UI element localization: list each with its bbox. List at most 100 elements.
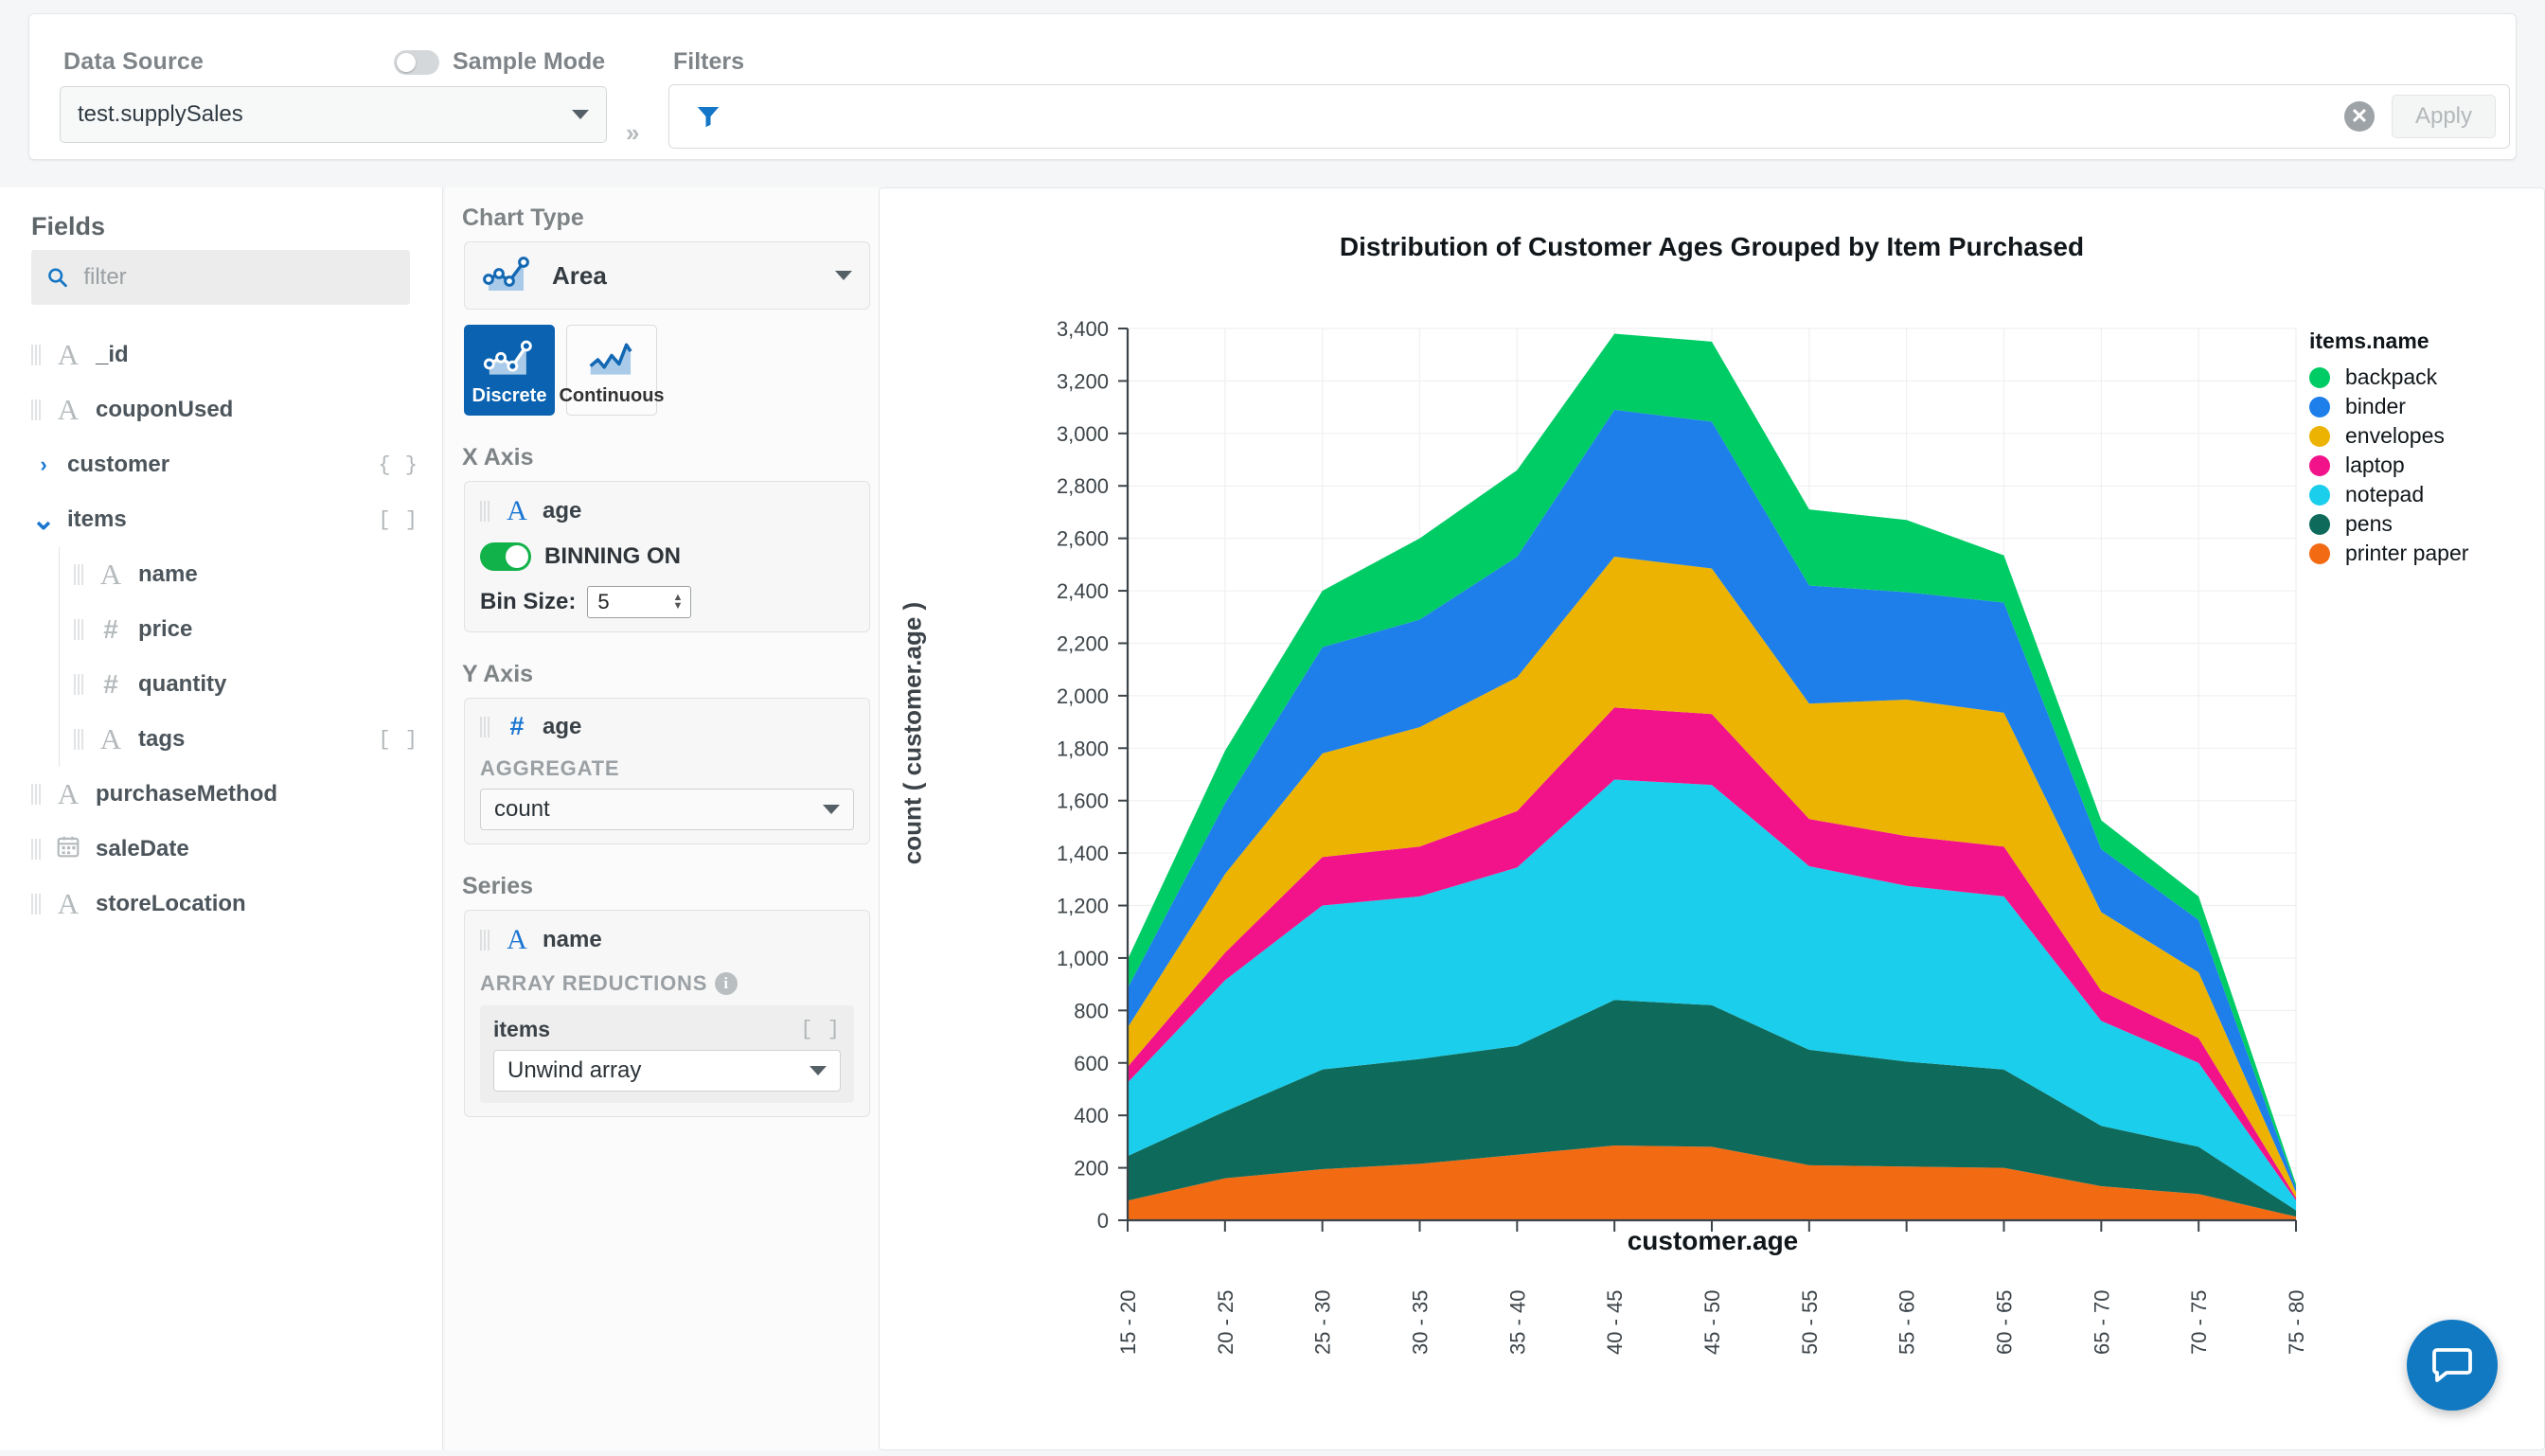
- fields-filter-box[interactable]: [31, 250, 410, 305]
- array-type-tag: [ ]: [378, 727, 418, 752]
- binning-toggle[interactable]: [480, 542, 531, 571]
- drag-handle-icon[interactable]: [74, 619, 85, 640]
- y-tick-label: 1,400: [1057, 842, 1109, 865]
- chart-type-select[interactable]: Area: [464, 241, 870, 310]
- legend-item[interactable]: printer paper: [2309, 539, 2468, 568]
- stepper-arrows-icon[interactable]: ▲ ▼: [672, 593, 683, 612]
- field-row-tags[interactable]: Atags [ ]: [0, 712, 443, 767]
- drag-handle-icon[interactable]: [480, 930, 491, 950]
- legend-item[interactable]: notepad: [2309, 480, 2468, 509]
- sample-mode-label: Sample Mode: [453, 48, 606, 75]
- drag-handle-icon[interactable]: [480, 501, 491, 522]
- y-tick-label: 600: [1074, 1052, 1109, 1075]
- drag-handle-icon[interactable]: [31, 400, 43, 420]
- aggregate-select[interactable]: count: [480, 789, 854, 830]
- drag-handle-icon[interactable]: [31, 784, 43, 805]
- x-tick-label: 15 - 20: [1116, 1290, 1140, 1356]
- drag-handle-icon[interactable]: [74, 564, 85, 585]
- x-tick-label: 45 - 50: [1700, 1290, 1724, 1356]
- chevron-down-icon: [823, 805, 840, 814]
- field-row-quantity[interactable]: # quantity: [0, 657, 443, 712]
- chart-mode-continuous-button[interactable]: Continuous: [559, 325, 665, 416]
- field-label: items: [67, 506, 127, 532]
- y-axis-title: Y Axis: [462, 661, 534, 687]
- chart-mode-discrete-button[interactable]: Discrete: [464, 325, 555, 416]
- bin-size-control: Bin Size: ▲▼: [480, 586, 854, 618]
- y-axis-label: count ( customer.age ): [898, 601, 927, 865]
- filter-input[interactable]: [724, 102, 2344, 131]
- string-type-icon: A: [57, 887, 80, 920]
- drag-handle-icon[interactable]: [31, 894, 43, 914]
- legend-item[interactable]: backpack: [2309, 363, 2468, 392]
- discrete-area-icon: [483, 340, 532, 375]
- field-row-name[interactable]: Aname: [0, 547, 443, 602]
- legend-item[interactable]: pens: [2309, 509, 2468, 539]
- legend-item[interactable]: binder: [2309, 392, 2468, 421]
- filter-funnel-icon[interactable]: [692, 102, 724, 131]
- y-tick-label: 3,200: [1057, 369, 1109, 393]
- bin-size-input[interactable]: [596, 589, 673, 615]
- apply-button[interactable]: Apply: [2392, 95, 2496, 138]
- y-tick-label: 2,000: [1057, 684, 1109, 708]
- field-label: name: [138, 561, 198, 587]
- legend-item[interactable]: laptop: [2309, 451, 2468, 480]
- binning-control[interactable]: BINNING ON: [480, 542, 854, 571]
- field-row-storelocation[interactable]: AstoreLocation: [0, 877, 443, 932]
- chevron-down-icon[interactable]: ⌄: [31, 504, 56, 537]
- field-label: _id: [96, 342, 129, 367]
- legend-item[interactable]: envelopes: [2309, 421, 2468, 451]
- string-type-icon: A: [99, 558, 122, 591]
- drag-handle-icon[interactable]: [31, 839, 43, 860]
- field-row-saledate[interactable]: saleDate: [0, 822, 443, 877]
- legend-color-swatch: [2309, 396, 2330, 417]
- encoding-panel: Chart Type Area Discrete Continuous X Ax…: [445, 187, 890, 1450]
- y-axis-field-chip[interactable]: # age: [480, 712, 854, 741]
- drag-handle-icon[interactable]: [480, 716, 491, 737]
- x-axis-field-name: age: [543, 498, 582, 524]
- sample-mode-toggle[interactable]: [394, 49, 439, 75]
- y-tick-label: 400: [1074, 1104, 1109, 1128]
- series-field-chip[interactable]: A name: [480, 924, 854, 956]
- fields-filter-input[interactable]: [81, 263, 395, 292]
- data-source-value: test.supplySales: [78, 101, 243, 127]
- legend-label: pens: [2345, 511, 2393, 536]
- fields-list: A _id AcouponUsed › customer { } ⌄ items [ ] Anam…: [0, 328, 443, 932]
- chart-legend: items.name backpack binder envelopes laptop…: [2309, 328, 2468, 568]
- legend-label: binder: [2345, 394, 2406, 418]
- chevron-down-icon: [835, 271, 852, 280]
- data-source-select[interactable]: test.supplySales: [60, 86, 607, 143]
- info-icon[interactable]: i: [715, 972, 739, 995]
- field-row-couponused[interactable]: AcouponUsed: [0, 382, 443, 437]
- y-tick-label: 1,000: [1057, 947, 1109, 970]
- field-row-purchasemethod[interactable]: ApurchaseMethod: [0, 767, 443, 822]
- series-card: A name ARRAY REDUCTIONS i items [ ] Unwi…: [464, 910, 870, 1117]
- field-row-items[interactable]: ⌄ items [ ]: [0, 492, 443, 547]
- reduction-select[interactable]: Unwind array: [493, 1050, 841, 1092]
- analytics-chart-builder: Data Source Sample Mode test.supplySales…: [0, 0, 2545, 1450]
- y-tick-label: 2,200: [1057, 631, 1109, 655]
- field-label: couponUsed: [96, 397, 234, 422]
- chevron-right-icon[interactable]: ›: [31, 453, 56, 477]
- clear-filter-icon[interactable]: ✕: [2344, 101, 2375, 132]
- array-type-tag: [ ]: [800, 1018, 841, 1041]
- chat-launcher-button[interactable]: [2407, 1320, 2498, 1411]
- field-row-price[interactable]: # price: [0, 602, 443, 657]
- drag-handle-icon[interactable]: [31, 345, 43, 365]
- legend-color-swatch: [2309, 454, 2330, 476]
- array-reduction-row: items [ ] Unwind array: [480, 1005, 854, 1103]
- drag-handle-icon[interactable]: [74, 729, 85, 750]
- field-label: customer: [67, 452, 170, 477]
- nesting-guide-line: [59, 712, 60, 767]
- string-type-icon: A: [507, 924, 527, 955]
- field-row-customer[interactable]: › customer { }: [0, 437, 443, 492]
- field-row--id[interactable]: A _id: [0, 328, 443, 382]
- chart-type-title: Chart Type: [462, 204, 584, 231]
- reduction-value: Unwind array: [507, 1057, 642, 1083]
- string-type-icon: A: [57, 338, 80, 371]
- x-axis-field-chip[interactable]: A age: [480, 495, 854, 527]
- sample-mode-control[interactable]: Sample Mode: [394, 48, 605, 76]
- drag-handle-icon[interactable]: [74, 674, 85, 695]
- chart-mode-discrete-label: Discrete: [472, 385, 547, 406]
- bin-size-stepper[interactable]: ▲▼: [587, 586, 692, 618]
- stacked-area-chart[interactable]: 02004006008001,0001,2001,4001,6001,8002,…: [880, 188, 2545, 1451]
